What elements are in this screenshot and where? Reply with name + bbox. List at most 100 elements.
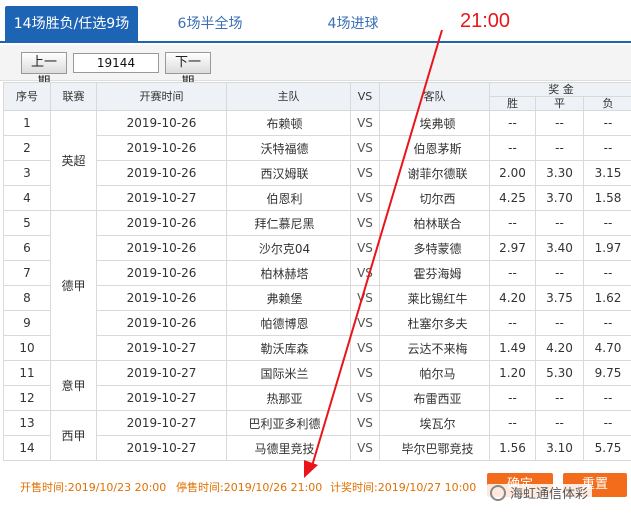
header-time: 开赛时间 (96, 82, 227, 111)
table-row: 6 2019-10-26 沙尔克04 VS 多特蒙德 2.97 3.40 1.97 (3, 235, 631, 261)
league-name: 西甲 (50, 410, 97, 461)
prize-lose: 1.62 (582, 285, 631, 311)
vs-label: VS (350, 285, 380, 311)
header-draw: 平 (535, 96, 584, 111)
header-lose: 负 (582, 96, 631, 111)
prize-lose: 4.70 (582, 335, 631, 361)
away-team: 莱比锡红牛 (379, 285, 490, 311)
away-team: 谢菲尔德联 (379, 160, 490, 186)
row-number: 8 (3, 285, 51, 311)
annotation-time: 21:00 (460, 10, 511, 32)
row-number: 11 (3, 360, 51, 386)
next-period-button[interactable]: 下一期 (165, 52, 211, 90)
away-team: 埃弗顿 (379, 110, 490, 136)
prize-win: 4.25 (489, 185, 536, 211)
match-date: 2019-10-26 (96, 210, 227, 236)
prize-win: 1.56 (489, 435, 536, 461)
prev-period-button[interactable]: 上一期 (21, 52, 67, 90)
home-team: 布赖顿 (226, 110, 351, 136)
row-number: 3 (3, 160, 51, 186)
table-row: 8 2019-10-26 弗赖堡 VS 莱比锡红牛 4.20 3.75 1.62 (3, 285, 631, 311)
away-team: 帕尔马 (379, 360, 490, 386)
table-row: 3 2019-10-26 西汉姆联 VS 谢菲尔德联 2.00 3.30 3.15 (3, 160, 631, 186)
match-date: 2019-10-27 (96, 360, 227, 386)
away-team: 柏林联合 (379, 210, 490, 236)
prize-draw: 3.40 (535, 235, 584, 261)
prize-lose: -- (582, 385, 631, 411)
league-name: 德甲 (50, 210, 97, 361)
prize-draw: -- (535, 110, 584, 136)
league-name: 意甲 (50, 360, 97, 411)
row-number: 2 (3, 135, 51, 161)
prize-lose: -- (582, 210, 631, 236)
prize-lose: 3.15 (582, 160, 631, 186)
home-team: 沙尔克04 (226, 235, 351, 261)
home-team: 帕德博恩 (226, 310, 351, 336)
match-date: 2019-10-26 (96, 260, 227, 286)
table-row: 9 2019-10-26 帕德博恩 VS 杜塞尔多夫 -- -- -- (3, 310, 631, 336)
header-win: 胜 (489, 96, 536, 111)
home-team: 巴利亚多利德 (226, 410, 351, 436)
sale-stop-time: 停售时间:2019/10/26 21:00 (176, 481, 323, 494)
away-team: 切尔西 (379, 185, 490, 211)
prize-lose: 1.97 (582, 235, 631, 261)
match-rows: 1 英超 2019-10-26 布赖顿 VS 埃弗顿 -- -- -- 2 2019-10-26 沃特… (3, 110, 631, 461)
match-date: 2019-10-27 (96, 385, 227, 411)
prize-win: -- (489, 135, 536, 161)
table-row: 2 2019-10-26 沃特福德 VS 伯恩茅斯 -- -- -- (3, 135, 631, 161)
prize-draw: -- (535, 385, 584, 411)
prize-win: -- (489, 385, 536, 411)
prize-lose: -- (582, 110, 631, 136)
match-date: 2019-10-26 (96, 285, 227, 311)
prize-lose: 9.75 (582, 360, 631, 386)
away-team: 埃瓦尔 (379, 410, 490, 436)
vs-label: VS (350, 210, 380, 236)
match-date: 2019-10-26 (96, 135, 227, 161)
prize-win: -- (489, 410, 536, 436)
away-team: 霍芬海姆 (379, 260, 490, 286)
tab-4-goals[interactable]: 4场进球 (303, 6, 403, 43)
home-team: 马德里竞技 (226, 435, 351, 461)
tab-6-half-full[interactable]: 6场半全场 (160, 6, 260, 43)
prize-draw: -- (535, 210, 584, 236)
away-team: 杜塞尔多夫 (379, 310, 490, 336)
vs-label: VS (350, 135, 380, 161)
home-team: 柏林赫塔 (226, 260, 351, 286)
prize-draw: 3.10 (535, 435, 584, 461)
prize-draw: -- (535, 310, 584, 336)
tab-14-match[interactable]: 14场胜负/任选9场 (5, 6, 138, 43)
table-row: 5 德甲 2019-10-26 拜仁慕尼黑 VS 柏林联合 -- -- -- (3, 210, 631, 361)
prize-win: 4.20 (489, 285, 536, 311)
vs-label: VS (350, 410, 380, 436)
away-team: 伯恩茅斯 (379, 135, 490, 161)
table-row: 11 意甲 2019-10-27 国际米兰 VS 帕尔马 1.20 5.30 9.75 (3, 360, 631, 411)
table-row: 7 2019-10-26 柏林赫塔 VS 霍芬海姆 -- -- -- (3, 260, 631, 286)
vs-label: VS (350, 435, 380, 461)
prize-lose: -- (582, 310, 631, 336)
prize-win: 2.00 (489, 160, 536, 186)
period-input[interactable] (73, 53, 159, 73)
table-row: 12 2019-10-27 热那亚 VS 布雷西亚 -- -- -- (3, 385, 631, 411)
match-date: 2019-10-26 (96, 235, 227, 261)
prize-win: 1.20 (489, 360, 536, 386)
match-date: 2019-10-27 (96, 410, 227, 436)
prize-lose: -- (582, 410, 631, 436)
prize-win: 2.97 (489, 235, 536, 261)
vs-label: VS (350, 235, 380, 261)
prize-win: -- (489, 260, 536, 286)
match-table: 序号 联赛 开赛时间 主队 VS 客队 奖 金 胜 平 负 1 英超 2019-10… (3, 82, 631, 461)
vs-label: VS (350, 260, 380, 286)
home-team: 勒沃库森 (226, 335, 351, 361)
prize-win: 1.49 (489, 335, 536, 361)
vs-label: VS (350, 310, 380, 336)
row-number: 1 (3, 110, 51, 136)
row-number: 13 (3, 410, 51, 436)
home-team: 热那亚 (226, 385, 351, 411)
row-number: 5 (3, 210, 51, 236)
header-no: 序号 (3, 82, 51, 111)
prize-win: -- (489, 310, 536, 336)
table-row: 1 英超 2019-10-26 布赖顿 VS 埃弗顿 -- -- -- (3, 110, 631, 211)
prize-draw: 4.20 (535, 335, 584, 361)
home-team: 西汉姆联 (226, 160, 351, 186)
away-team: 布雷西亚 (379, 385, 490, 411)
